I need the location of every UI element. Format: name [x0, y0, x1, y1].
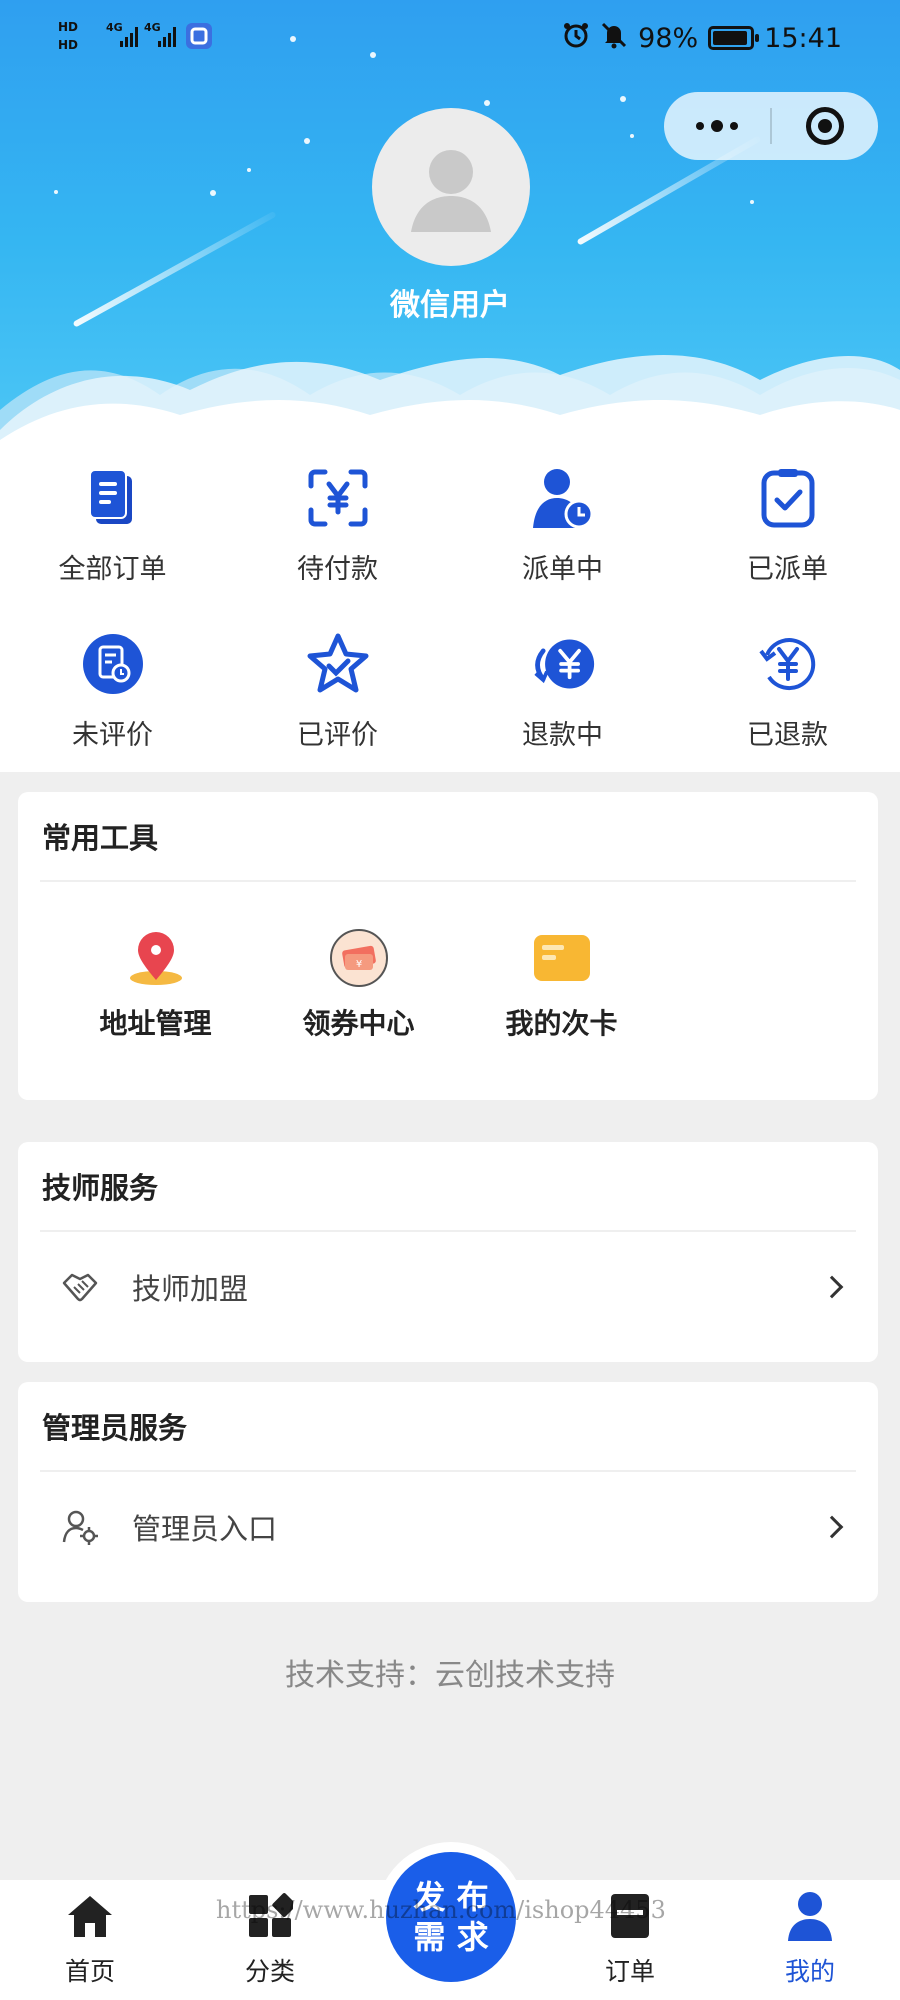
- order-all[interactable]: 全部订单: [0, 440, 225, 606]
- alarm-icon: [562, 21, 590, 56]
- svg-text:HD: HD: [58, 38, 78, 52]
- tab-mine-label: 我的: [784, 1957, 835, 1986]
- clock: 15:41: [764, 22, 842, 54]
- order-dispatching-label: 派单中: [522, 553, 603, 585]
- tools-card: 常用工具 地址管理 ¥ 领券中心 我的次卡: [18, 792, 878, 1100]
- order-rated[interactable]: 已评价: [225, 606, 450, 772]
- watermark: https://www.huzhan.com/ishop44453: [216, 1896, 666, 1924]
- order-all-label: 全部订单: [58, 553, 167, 585]
- location-pin-icon: [126, 928, 186, 988]
- svg-text:4G: 4G: [144, 21, 161, 34]
- scan-yen-icon: [305, 465, 371, 531]
- svg-text:HD: HD: [58, 20, 78, 34]
- svg-text:¥: ¥: [355, 959, 361, 970]
- technician-card: 技师服务 技师加盟: [18, 1142, 878, 1362]
- order-refunded-label: 已退款: [747, 719, 828, 751]
- order-unrated[interactable]: 未评价: [0, 606, 225, 772]
- default-avatar-icon: [411, 150, 491, 232]
- coupon-center-label: 领券中心: [302, 1007, 415, 1040]
- svg-text:4G: 4G: [106, 21, 123, 34]
- clipboard-check-icon: [755, 465, 821, 531]
- yen-return-icon: [530, 631, 596, 697]
- home-icon: [64, 1890, 116, 1942]
- order-refunded[interactable]: 已退款: [675, 606, 900, 772]
- order-rated-label: 已评价: [297, 719, 378, 751]
- address-management-button[interactable]: 地址管理: [54, 928, 257, 1042]
- signal-icon: HD HD 4G 4G: [58, 19, 238, 57]
- my-card-button[interactable]: 我的次卡: [460, 928, 663, 1042]
- close-miniprogram-button[interactable]: [772, 92, 878, 160]
- target-icon: [806, 107, 844, 145]
- note-clock-icon: [80, 631, 146, 697]
- order-dispatching[interactable]: 派单中: [450, 440, 675, 606]
- order-refunding-label: 退款中: [522, 719, 603, 751]
- card-icon: [532, 928, 592, 988]
- address-management-label: 地址管理: [99, 1007, 212, 1040]
- username[interactable]: 微信用户: [300, 280, 600, 324]
- tools-title: 常用工具: [42, 821, 159, 855]
- star-check-icon: [305, 631, 371, 697]
- battery-icon: [708, 26, 760, 50]
- admin-title: 管理员服务: [42, 1411, 188, 1445]
- chevron-right-icon: [820, 1275, 844, 1299]
- wave-decoration: [0, 355, 900, 440]
- avatar[interactable]: [372, 108, 530, 266]
- tab-home[interactable]: 首页: [0, 1880, 180, 2000]
- user-icon: [784, 1890, 836, 1942]
- order-status-grid: 全部订单 待付款 派单中 已派单 未评价 已评价 退款中 已退款: [0, 440, 900, 772]
- tech-support-text: 技术支持：云创技术支持: [285, 1658, 615, 1693]
- admin-entry-label: 管理员入口: [132, 1512, 278, 1546]
- miniprogram-capsule: [664, 92, 878, 160]
- coupon-center-button[interactable]: ¥ 领券中心: [257, 928, 460, 1042]
- profile-header: HD HD 4G 4G 98% 15:41 微信用户: [0, 0, 900, 440]
- battery-percent: 98%: [638, 22, 699, 54]
- technician-join-label: 技师加盟: [132, 1272, 249, 1306]
- technician-join-row[interactable]: 技师加盟: [18, 1232, 878, 1342]
- more-options-button[interactable]: [664, 92, 770, 160]
- admin-card: 管理员服务 管理员入口: [18, 1382, 878, 1602]
- yen-refund-icon: [755, 631, 821, 697]
- tab-mine[interactable]: 我的: [720, 1880, 900, 2000]
- handshake-icon: [58, 1265, 102, 1309]
- order-dispatched[interactable]: 已派单: [675, 440, 900, 606]
- order-unrated-label: 未评价: [72, 719, 153, 751]
- technician-title: 技师服务: [42, 1171, 159, 1205]
- order-refunding[interactable]: 退款中: [450, 606, 675, 772]
- mute-icon: [600, 21, 628, 56]
- order-pending-payment-label: 待付款: [297, 553, 378, 585]
- admin-gear-icon: [58, 1505, 102, 1549]
- user-clock-icon: [530, 465, 596, 531]
- order-pending-payment[interactable]: 待付款: [225, 440, 450, 606]
- chevron-right-icon: [820, 1515, 844, 1539]
- admin-entry-row[interactable]: 管理员入口: [18, 1472, 878, 1582]
- document-icon: [80, 465, 146, 531]
- order-dispatched-label: 已派单: [747, 553, 828, 585]
- tab-orders-label: 订单: [604, 1957, 655, 1986]
- tab-category-label: 分类: [244, 1957, 295, 1986]
- status-bar: HD HD 4G 4G 98% 15:41: [58, 18, 842, 58]
- my-card-label: 我的次卡: [505, 1007, 618, 1040]
- tab-home-label: 首页: [64, 1957, 115, 1986]
- coupon-icon: ¥: [329, 928, 389, 988]
